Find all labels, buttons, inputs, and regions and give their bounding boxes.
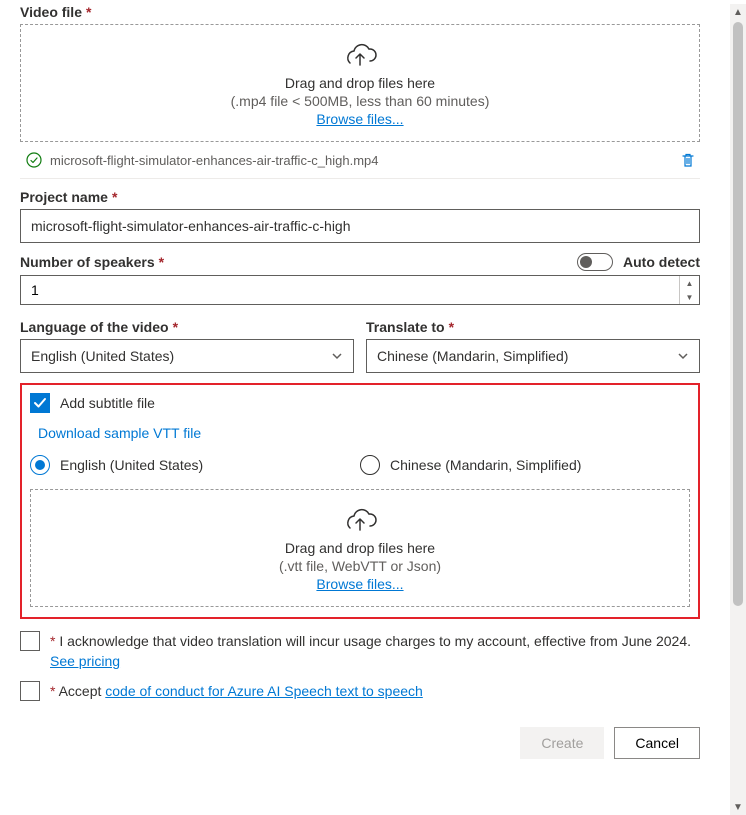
subtitle-dz-text1: Drag and drop files here bbox=[285, 540, 435, 556]
chevron-down-icon bbox=[677, 350, 689, 362]
see-pricing-link[interactable]: See pricing bbox=[50, 653, 120, 669]
uploaded-file-name: microsoft-flight-simulator-enhances-air-… bbox=[50, 153, 680, 168]
subtitle-dz-text2: (.vtt file, WebVTT or Json) bbox=[279, 558, 441, 574]
speakers-spinbox[interactable]: ▲ ▼ bbox=[20, 275, 700, 305]
ack-charges-row: * I acknowledge that video translation w… bbox=[20, 631, 700, 651]
project-name-input[interactable] bbox=[20, 209, 700, 243]
dialog-footer: Create Cancel bbox=[20, 727, 700, 759]
subtitle-browse-link[interactable]: Browse files... bbox=[316, 576, 403, 592]
lang-target-label: Translate to* bbox=[366, 319, 700, 335]
scroll-thumb[interactable] bbox=[733, 22, 743, 606]
subtitle-dropzone[interactable]: Drag and drop files here (.vtt file, Web… bbox=[30, 489, 690, 607]
lang-source-label: Language of the video* bbox=[20, 319, 354, 335]
ack-charges-text: I acknowledge that video translation wil… bbox=[55, 633, 691, 649]
cloud-upload-icon bbox=[342, 506, 378, 534]
ack-conduct-text: Accept bbox=[55, 683, 105, 699]
add-subtitle-label: Add subtitle file bbox=[60, 395, 155, 411]
code-of-conduct-link[interactable]: code of conduct for Azure AI Speech text… bbox=[105, 683, 423, 699]
radio-icon bbox=[360, 455, 380, 475]
uploaded-file-row: microsoft-flight-simulator-enhances-air-… bbox=[20, 144, 700, 179]
ack-conduct-row: * Accept code of conduct for Azure AI Sp… bbox=[20, 681, 700, 701]
lang-source-value: English (United States) bbox=[31, 348, 174, 364]
scroll-up-arrow-icon[interactable]: ▲ bbox=[730, 4, 746, 20]
video-dz-text1: Drag and drop files here bbox=[285, 75, 435, 91]
subtitle-radio-english[interactable]: English (United States) bbox=[30, 455, 360, 475]
scroll-down-arrow-icon[interactable]: ▼ bbox=[730, 799, 746, 815]
lang-source-select[interactable]: English (United States) bbox=[20, 339, 354, 373]
speakers-up-icon[interactable]: ▲ bbox=[680, 276, 699, 290]
ack-charges-checkbox[interactable] bbox=[20, 631, 40, 651]
subtitle-radio-chinese-label: Chinese (Mandarin, Simplified) bbox=[390, 457, 581, 473]
cancel-button[interactable]: Cancel bbox=[614, 727, 700, 759]
video-dropzone[interactable]: Drag and drop files here (.mp4 file < 50… bbox=[20, 24, 700, 142]
project-name-label: Project name* bbox=[20, 189, 700, 205]
speakers-input[interactable] bbox=[21, 276, 679, 304]
download-vtt-link[interactable]: Download sample VTT file bbox=[38, 425, 201, 441]
form-content: Video file* Drag and drop files here (.m… bbox=[0, 4, 720, 779]
video-browse-link[interactable]: Browse files... bbox=[316, 111, 403, 127]
auto-detect-toggle[interactable] bbox=[577, 253, 613, 271]
subtitle-radio-english-label: English (United States) bbox=[60, 457, 203, 473]
speakers-label: Number of speakers* bbox=[20, 254, 164, 270]
subtitle-radio-chinese[interactable]: Chinese (Mandarin, Simplified) bbox=[360, 455, 690, 475]
delete-file-icon[interactable] bbox=[680, 152, 696, 168]
ack-conduct-checkbox[interactable] bbox=[20, 681, 40, 701]
radio-icon bbox=[30, 455, 50, 475]
video-dz-text2: (.mp4 file < 500MB, less than 60 minutes… bbox=[231, 93, 490, 109]
auto-detect-label: Auto detect bbox=[623, 254, 700, 270]
lang-target-value: Chinese (Mandarin, Simplified) bbox=[377, 348, 568, 364]
vertical-scrollbar[interactable]: ▲ ▼ bbox=[730, 4, 746, 815]
lang-target-select[interactable]: Chinese (Mandarin, Simplified) bbox=[366, 339, 700, 373]
add-subtitle-checkbox[interactable] bbox=[30, 393, 50, 413]
chevron-down-icon bbox=[331, 350, 343, 362]
video-file-label: Video file* bbox=[20, 4, 700, 20]
speakers-down-icon[interactable]: ▼ bbox=[680, 290, 699, 304]
subtitle-section-highlight: Add subtitle file Download sample VTT fi… bbox=[20, 383, 700, 619]
success-check-icon bbox=[26, 152, 42, 168]
cloud-upload-icon bbox=[342, 41, 378, 69]
create-button[interactable]: Create bbox=[520, 727, 604, 759]
